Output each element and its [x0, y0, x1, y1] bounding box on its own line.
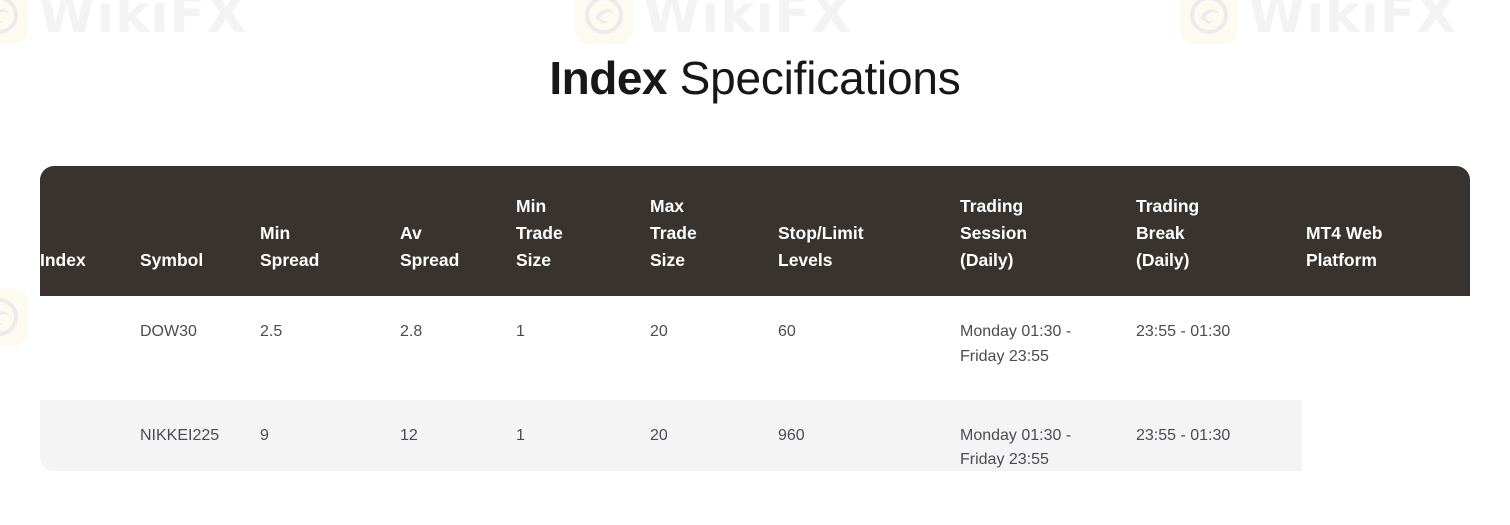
- cell-symbol: DOW30: [140, 323, 197, 340]
- column-header-trading-break[interactable]: Trading Break (Daily): [1136, 166, 1306, 296]
- cell-trading-session: Monday 01:30 - Friday 23:55: [960, 296, 1136, 400]
- column-header-symbol[interactable]: Symbol: [140, 166, 260, 296]
- column-header-symbol-line-1: Symbol: [140, 249, 204, 270]
- cell-min-trade-size: 1: [516, 323, 525, 340]
- cell-symbol: NIKKEI225: [140, 426, 220, 444]
- column-header-trading-session[interactable]: Trading Session (Daily): [960, 166, 1136, 296]
- cell-av-spread: 12: [400, 426, 418, 444]
- column-header-min-trade-size-line-2: Trade: [516, 222, 563, 243]
- column-header-index[interactable]: Index: [40, 166, 140, 296]
- table-header: Index Symbol Min Spread Av Spread Min Tr…: [40, 166, 1470, 296]
- column-header-min-trade-size-line-1: Min: [516, 195, 547, 216]
- column-header-trading-session-line-3: (Daily): [960, 249, 1014, 270]
- index-specifications-table: Index Symbol Min Spread Av Spread Min Tr…: [40, 166, 1470, 503]
- table-header-row: Index Symbol Min Spread Av Spread Min Tr…: [40, 166, 1470, 296]
- table-body: DOW30 2.5 2.8 1 20 60 Monday 01:30 - Fri…: [40, 296, 1470, 503]
- column-header-trading-session-line-2: Session: [960, 222, 1028, 243]
- cell-mt4-web-platform: [1306, 296, 1470, 400]
- index-specifications-table-container[interactable]: Index Symbol Min Spread Av Spread Min Tr…: [40, 166, 1470, 471]
- column-header-min-spread-line-2: Spread: [260, 249, 320, 270]
- column-header-max-trade-size-line-2: Trade: [650, 222, 697, 243]
- page-title-strong: Index: [549, 52, 668, 104]
- table-row[interactable]: DOW30 2.5 2.8 1 20 60 Monday 01:30 - Fri…: [40, 296, 1470, 400]
- column-header-av-spread-line-2: Spread: [400, 249, 460, 270]
- cell-index: [40, 400, 140, 504]
- column-header-trading-break-line-1: Trading: [1136, 195, 1200, 216]
- cell-index: [40, 296, 140, 400]
- column-header-mt4-web-platform[interactable]: MT4 Web Platform: [1306, 166, 1470, 296]
- column-header-stop-limit-levels-line-2: Levels: [778, 249, 833, 270]
- column-header-max-trade-size-line-3: Size: [650, 249, 686, 270]
- column-header-min-spread-line-1: Min: [260, 222, 291, 243]
- column-header-max-trade-size[interactable]: Max Trade Size: [650, 166, 778, 296]
- column-header-av-spread-line-1: Av: [400, 222, 422, 243]
- cell-stop-limit-levels: 960: [778, 426, 805, 444]
- column-header-av-spread[interactable]: Av Spread: [400, 166, 516, 296]
- column-header-trading-session-line-1: Trading: [960, 195, 1024, 216]
- column-header-min-trade-size[interactable]: Min Trade Size: [516, 166, 650, 296]
- table-row[interactable]: NIKKEI225 9 12 1 20 960 Monday 01:30 - F…: [40, 400, 1470, 504]
- cell-trading-break: 23:55 - 01:30: [1136, 426, 1231, 444]
- cell-min-spread: 9: [260, 426, 269, 444]
- column-header-index-line-1: Index: [40, 249, 86, 270]
- cell-av-spread: 2.8: [400, 323, 423, 340]
- cell-trading-session: Monday 01:30 - Friday 23:55: [960, 400, 1136, 504]
- cell-trading-break: 23:55 - 01:30: [1136, 323, 1231, 340]
- column-header-trading-break-line-2: Break: [1136, 222, 1185, 243]
- cell-trading-session-line-1: Monday 01:30 -: [960, 323, 1072, 340]
- column-header-mt4-web-platform-line-1: MT4 Web: [1306, 222, 1383, 243]
- cell-max-trade-size: 20: [650, 323, 668, 340]
- column-header-stop-limit-levels-line-1: Stop/Limit: [778, 222, 864, 243]
- column-header-mt4-web-platform-line-2: Platform: [1306, 249, 1377, 270]
- index-specifications-page: Index Specifications Index Symbol Min Sp…: [0, 0, 1510, 525]
- page-title-light: Specifications: [667, 52, 961, 104]
- column-header-trading-break-line-3: (Daily): [1136, 249, 1190, 270]
- cell-trading-session-line-2: Friday 23:55: [960, 451, 1049, 469]
- cell-trading-session-line-2: Friday 23:55: [960, 347, 1049, 365]
- cell-trading-session-line-1: Monday 01:30 -: [960, 426, 1072, 444]
- column-header-max-trade-size-line-1: Max: [650, 195, 685, 216]
- cell-min-spread: 2.5: [260, 323, 283, 340]
- column-header-min-trade-size-line-3: Size: [516, 249, 552, 270]
- page-title: Index Specifications: [0, 52, 1510, 105]
- cell-stop-limit-levels: 60: [778, 323, 796, 340]
- column-header-min-spread[interactable]: Min Spread: [260, 166, 400, 296]
- cell-min-trade-size: 1: [516, 426, 525, 444]
- cell-max-trade-size: 20: [650, 426, 668, 444]
- cell-mt4-web-platform: [1306, 400, 1470, 504]
- column-header-stop-limit-levels[interactable]: Stop/Limit Levels: [778, 166, 960, 296]
